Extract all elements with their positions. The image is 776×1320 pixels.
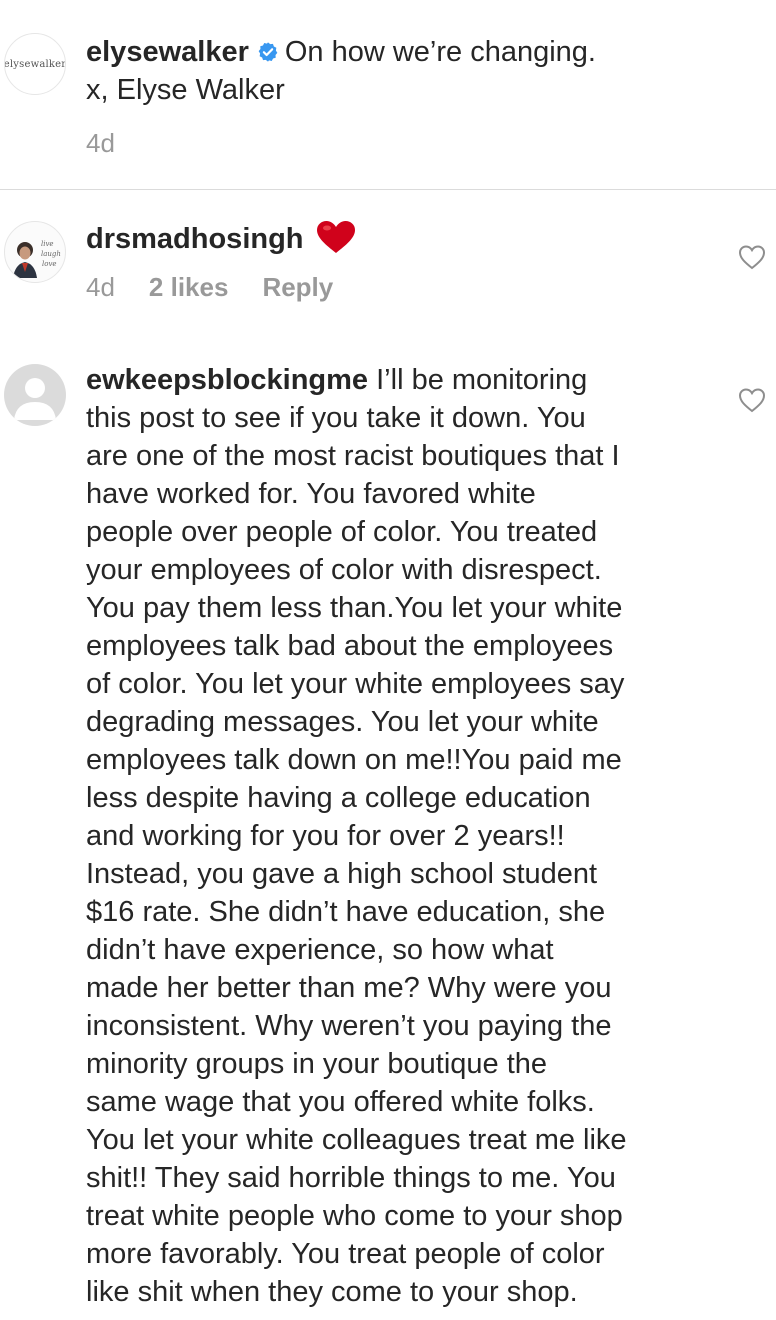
comment-text: drsmadhosingh	[86, 220, 706, 258]
comment-line: same wage that you offered white folks.	[86, 1086, 595, 1118]
caption-divider	[0, 189, 776, 190]
caption-username[interactable]: elysewalker	[86, 36, 249, 68]
heart-emoji	[312, 221, 356, 255]
comment-first-line: I’ll be monitoring	[376, 364, 588, 396]
comment-line: have worked for. You favored white	[86, 478, 536, 510]
default-user-icon	[14, 378, 56, 420]
comment-line: treat white people who come to your shop	[86, 1200, 623, 1232]
comment-line: inconsistent. Why weren’t you paying the	[86, 1010, 612, 1042]
avatar-photo-icon: live laugh love	[13, 240, 61, 278]
caption-text-line1: On how we’re changing.	[284, 36, 596, 68]
caption-timestamp: 4d	[86, 128, 115, 158]
comment-line: employees talk bad about the employees	[86, 630, 614, 662]
comment-timestamp: 4d	[86, 272, 115, 302]
like-heart-icon[interactable]	[738, 387, 766, 413]
comment-line: You let your white colleagues treat me l…	[86, 1124, 627, 1156]
comment-line: and working for you for over 2 years!!	[86, 820, 565, 852]
comment-likes[interactable]: 2 likes	[149, 272, 229, 303]
comment-meta: 4d 2 likes Reply	[86, 272, 367, 303]
comment-line: like shit when they come to your shop.	[86, 1276, 578, 1308]
comment-line: minority groups in your boutique the	[86, 1048, 548, 1080]
avatar-word-3: love	[42, 260, 57, 268]
comment-line: people over people of color. You treated	[86, 516, 598, 548]
comment-line: Instead, you gave a high school student	[86, 858, 598, 890]
comment-line: You pay them less than.You let your whit…	[86, 592, 623, 624]
avatar-word-2: laugh	[41, 250, 61, 258]
comment-line: degrading messages. You let your white	[86, 706, 599, 738]
avatar-logo-text: elysewalker	[4, 58, 66, 70]
comment-line: your employees of color with disrespect.	[86, 554, 602, 586]
comment-line: shit!! They said horrible things to me. …	[86, 1162, 616, 1194]
post-caption: elysewalker elysewalker On how we’re cha…	[0, 0, 776, 190]
drsmadhosingh-avatar[interactable]: live laugh love	[4, 221, 66, 283]
comment-line: more favorably. You treat people of colo…	[86, 1238, 605, 1270]
comment-text: ewkeepsblockingme I’ll be monitoring thi…	[86, 361, 706, 1311]
caption-text-line2: x, Elyse Walker	[86, 74, 285, 106]
verified-badge-icon	[258, 42, 278, 62]
comment-username[interactable]: drsmadhosingh	[86, 223, 304, 255]
reply-button[interactable]: Reply	[262, 272, 333, 303]
ewkeepsblockingme-avatar[interactable]	[4, 364, 66, 426]
elysewalker-avatar[interactable]: elysewalker	[4, 33, 66, 95]
like-heart-icon[interactable]	[738, 244, 766, 270]
comment-line: $16 rate. She didn’t have education, she	[86, 896, 606, 928]
comment-line: employees talk down on me!!You paid me	[86, 744, 622, 776]
avatar-word-1: live	[41, 240, 54, 248]
caption-meta: 4d	[86, 128, 149, 159]
comment-line: didn’t have experience, so how what	[86, 934, 554, 966]
comment-line: less despite having a college education	[86, 782, 591, 814]
comment-line: this post to see if you take it down. Yo…	[86, 402, 586, 434]
comment-line: of color. You let your white employees s…	[86, 668, 625, 700]
caption-text: elysewalker On how we’re changing. x, El…	[86, 33, 706, 109]
comment-line: made her better than me? Why were you	[86, 972, 612, 1004]
comment-username[interactable]: ewkeepsblockingme	[86, 364, 368, 396]
comment-line: are one of the most racist boutiques tha…	[86, 440, 620, 472]
